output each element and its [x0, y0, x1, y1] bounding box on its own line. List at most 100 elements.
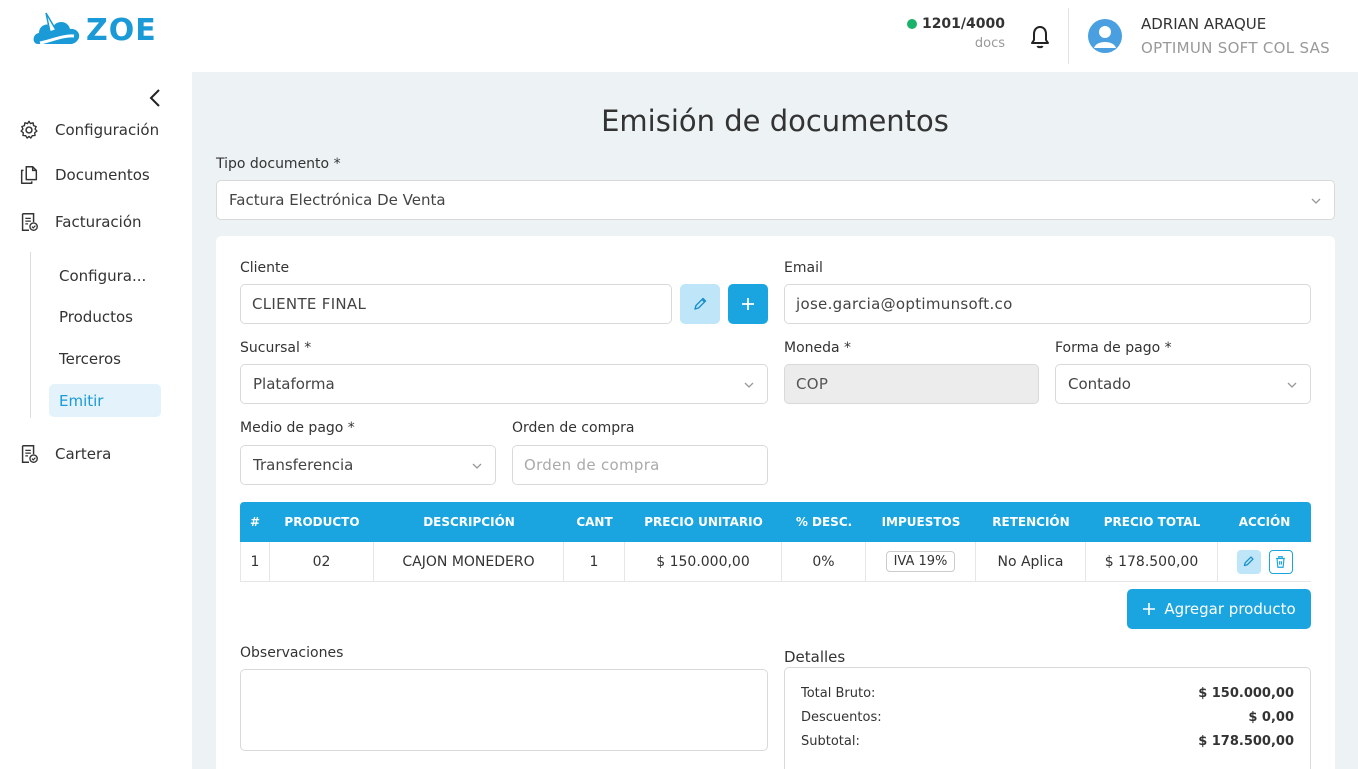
cell-descripcion: CAJON MONEDERO: [374, 542, 564, 581]
col-header: RETENCIÓN: [992, 515, 1070, 529]
sidebar-subitem-terceros[interactable]: Terceros: [49, 342, 161, 375]
doc-count-value: 1201/4000: [921, 16, 1005, 32]
cell-num: 1: [240, 542, 270, 581]
doc-counter: 1201/4000 docs: [905, 16, 1005, 51]
moneda-label: Moneda *: [784, 340, 852, 356]
details-value: $ 178.500,00: [1198, 734, 1294, 749]
cliente-label: Cliente: [240, 260, 290, 276]
col-header: DESCRIPCIÓN: [423, 515, 515, 529]
status-dot-icon: [906, 19, 917, 29]
add-product-label: Agregar producto: [1164, 600, 1296, 618]
details-row: Subtotal: $ 178.500,00: [801, 734, 1294, 749]
col-header: CANT: [576, 515, 613, 529]
page-title: Emisión de documentos: [601, 104, 949, 138]
sidebar-item-documentos[interactable]: Documentos: [18, 164, 150, 186]
col-header: PRECIO UNITARIO: [644, 515, 763, 529]
pencil-icon: [1243, 556, 1254, 567]
sucursal-label: Sucursal *: [240, 340, 312, 356]
col-header: % DESC.: [795, 515, 853, 529]
sidebar-item-label: Configuración: [55, 121, 160, 139]
tax-chip: IVA 19%: [885, 551, 956, 572]
forma-pago-value: Contado: [1068, 375, 1131, 393]
sidebar-item-label: Facturación: [55, 213, 142, 231]
sidebar-item-cartera[interactable]: Cartera: [18, 443, 111, 465]
moneda-input: COP: [784, 364, 1039, 404]
invoice-icon: [21, 213, 38, 231]
logo-text: ZOE: [86, 12, 157, 48]
products-table: # PRODUCTO DESCRIPCIÓN CANT PRECIO UNITA…: [240, 502, 1311, 582]
medio-pago-select[interactable]: Transferencia: [240, 445, 496, 485]
observaciones-label: Observaciones: [240, 645, 344, 661]
details-label: Total Bruto:: [801, 686, 876, 701]
observaciones-textarea[interactable]: [240, 669, 768, 751]
email-label: Email: [784, 260, 823, 276]
col-header: IMPUESTOS: [881, 515, 961, 529]
details-row: Descuentos: $ 0,00: [801, 710, 1294, 725]
details-value: $ 0,00: [1248, 710, 1294, 725]
user-name[interactable]: ADRIAN ARAQUE: [1141, 15, 1266, 33]
documents-icon: [20, 166, 38, 184]
col-header: ACCIÓN: [1238, 515, 1291, 529]
cell-precio-total: $ 178.500,00: [1086, 542, 1218, 581]
add-product-button[interactable]: Agregar producto: [1127, 589, 1311, 629]
edit-row-button[interactable]: [1236, 549, 1261, 574]
submenu-divider: [30, 252, 31, 418]
plus-icon: [1143, 603, 1156, 615]
doc-count-label: docs: [974, 36, 1005, 51]
chevron-down-icon: [744, 382, 754, 388]
details-value: $ 150.000,00: [1198, 686, 1294, 701]
forma-pago-select[interactable]: Contado: [1055, 364, 1311, 404]
tipo-documento-label: Tipo documento *: [216, 156, 341, 172]
details-title: Detalles: [784, 648, 846, 666]
tipo-documento-select[interactable]: Factura Electrónica De Venta: [216, 180, 1335, 220]
email-input[interactable]: jose.garcia@optimunsoft.co: [784, 284, 1311, 324]
cell-desc: 0%: [782, 542, 866, 581]
orden-compra-input[interactable]: Orden de compra: [512, 445, 768, 485]
header-divider: [1068, 8, 1069, 64]
sucursal-select[interactable]: Plataforma: [240, 364, 768, 404]
logo[interactable]: ZOE: [30, 10, 157, 50]
sidebar-subitem-configuracion[interactable]: Configura...: [49, 259, 161, 292]
chevron-down-icon: [1287, 382, 1297, 388]
add-client-button[interactable]: [728, 284, 768, 324]
bell-icon[interactable]: [1028, 24, 1052, 50]
pencil-icon: [694, 297, 707, 310]
cliente-input[interactable]: CLIENTE FINAL: [240, 284, 672, 324]
cell-precio-unitario: $ 150.000,00: [625, 542, 782, 581]
sidebar: Configuración Documentos Facturación Con…: [0, 72, 192, 769]
edit-client-button[interactable]: [680, 284, 720, 324]
sidebar-item-facturacion[interactable]: Facturación: [18, 211, 142, 233]
chevron-down-icon: [472, 463, 482, 469]
top-header: ZOE 1201/4000 docs ADRIAN ARAQUE OPTIMUN…: [0, 0, 1358, 72]
cloud-logo-icon: [33, 12, 80, 45]
details-label: Subtotal:: [801, 734, 860, 749]
sidebar-subitem-productos[interactable]: Productos: [49, 300, 161, 333]
orden-compra-label: Orden de compra: [512, 420, 635, 436]
chevron-down-icon: [1311, 198, 1321, 204]
sucursal-value: Plataforma: [253, 375, 335, 393]
table-row: 1 02 CAJON MONEDERO 1 $ 150.000,00 0% IV…: [240, 542, 1311, 582]
medio-pago-value: Transferencia: [253, 456, 354, 474]
trash-icon: [1276, 555, 1285, 568]
medio-pago-label: Medio de pago *: [240, 420, 355, 436]
chevron-left-icon[interactable]: [146, 88, 164, 108]
wallet-doc-icon: [21, 445, 38, 463]
forma-pago-label: Forma de pago *: [1055, 340, 1172, 356]
col-header: PRODUCTO: [284, 515, 360, 529]
sidebar-item-label: Cartera: [55, 445, 112, 463]
delete-row-button[interactable]: [1268, 549, 1293, 574]
sidebar-item-configuracion[interactable]: Configuración: [18, 119, 159, 141]
cell-cant: 1: [564, 542, 625, 581]
cell-impuestos: IVA 19%: [866, 542, 976, 581]
sidebar-subitem-emitir[interactable]: Emitir: [49, 384, 161, 417]
document-form-card: Cliente CLIENTE FINAL Email jose.garcia@…: [216, 236, 1335, 769]
user-company: OPTIMUN SOFT COL SAS: [1141, 39, 1330, 57]
main-content: Emisión de documentos Tipo documento * F…: [192, 72, 1358, 769]
gear-icon: [20, 120, 38, 139]
details-row: Total Bruto: $ 150.000,00: [801, 686, 1294, 701]
col-header: #: [249, 515, 261, 529]
user-avatar-icon[interactable]: [1088, 19, 1122, 53]
table-header: # PRODUCTO DESCRIPCIÓN CANT PRECIO UNITA…: [240, 502, 1311, 542]
tipo-documento-value: Factura Electrónica De Venta: [229, 191, 446, 209]
sidebar-item-label: Documentos: [55, 166, 150, 184]
